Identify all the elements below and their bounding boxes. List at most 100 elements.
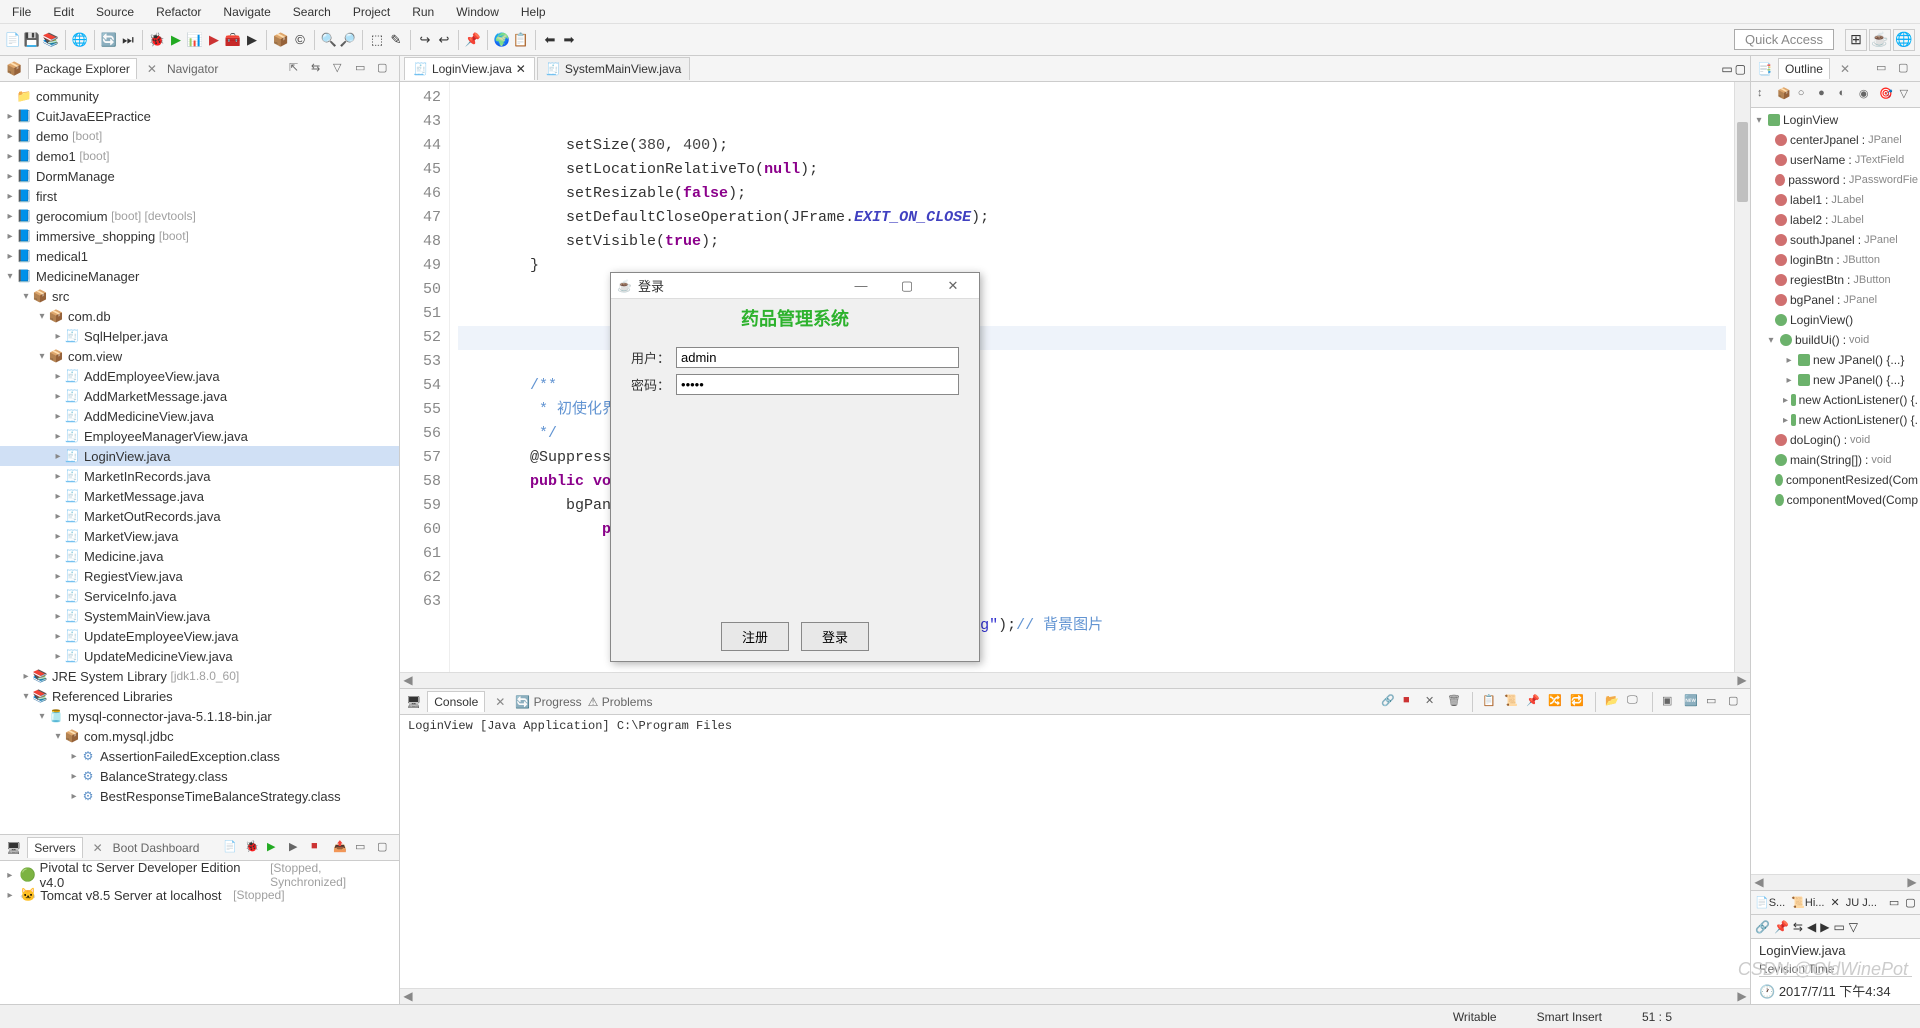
menu-help[interactable]: Help bbox=[517, 3, 550, 21]
coverage-icon[interactable]: 📊 bbox=[187, 32, 203, 48]
minimize-icon[interactable]: ▭ bbox=[355, 840, 371, 856]
outline-class[interactable]: ▾LoginView bbox=[1753, 110, 1918, 130]
hist-col-icon[interactable]: ▭ bbox=[1833, 920, 1844, 934]
outline-method[interactable]: main(String[]) : void bbox=[1753, 450, 1918, 470]
dialog-maximize-icon[interactable]: ▢ bbox=[887, 278, 927, 294]
hist-prev-icon[interactable]: ◀ bbox=[1807, 920, 1816, 934]
relaunch-icon[interactable]: 🔄 bbox=[101, 32, 117, 48]
console-scrollbar[interactable]: ◀▶ bbox=[400, 988, 1750, 1004]
saveall-icon[interactable]: 📚 bbox=[43, 32, 59, 48]
server-run-icon[interactable]: ▶ bbox=[267, 840, 283, 856]
jre-library[interactable]: ▸📚JRE System Library [jdk1.8.0_60] bbox=[0, 666, 399, 686]
server-profile-icon[interactable]: ▶ bbox=[289, 840, 305, 856]
minimize-icon[interactable]: ▭ bbox=[355, 61, 371, 77]
menu-source[interactable]: Source bbox=[92, 3, 138, 21]
console-display-icon[interactable]: 🖵 bbox=[1627, 694, 1643, 710]
outline-field[interactable]: label1 : JLabel bbox=[1753, 190, 1918, 210]
persp-java-icon[interactable]: ☕ bbox=[1869, 29, 1891, 51]
project-row[interactable]: ▾📘MedicineManager bbox=[0, 266, 399, 286]
outline-field[interactable]: centerJpanel : JPanel bbox=[1753, 130, 1918, 150]
menu-navigate[interactable]: Navigate bbox=[219, 3, 274, 21]
class-file[interactable]: ▸⚙BestResponseTimeBalanceStrategy.class bbox=[0, 786, 399, 806]
maximize-icon[interactable]: ▢ bbox=[1735, 62, 1746, 76]
outline-anon[interactable]: ▸new ActionListener() {. bbox=[1753, 390, 1918, 410]
menu-project[interactable]: Project bbox=[349, 3, 394, 21]
quick-access[interactable]: Quick Access bbox=[1734, 29, 1834, 50]
project-row[interactable]: ▸📘first bbox=[0, 186, 399, 206]
register-button[interactable]: 注册 bbox=[721, 622, 789, 651]
hide-local-icon[interactable]: ◉ bbox=[1859, 87, 1873, 103]
console-open-icon[interactable]: 📂 bbox=[1605, 694, 1621, 710]
outline-field[interactable]: password : JPasswordFie bbox=[1753, 170, 1918, 190]
close-icon[interactable]: ✕ bbox=[1830, 896, 1839, 909]
jar-file[interactable]: ▾🫙mysql-connector-java-5.1.18-bin.jar bbox=[0, 706, 399, 726]
hide-nonpublic-icon[interactable]: ◐ bbox=[1839, 87, 1853, 103]
vertical-scrollbar[interactable] bbox=[1734, 82, 1750, 672]
outline-method[interactable]: componentResized(Com bbox=[1753, 470, 1918, 490]
close-icon[interactable]: ✕ bbox=[1836, 62, 1854, 76]
server-debug-icon[interactable]: 🐞 bbox=[245, 840, 261, 856]
project-row[interactable]: ▸📘medical1 bbox=[0, 246, 399, 266]
java-file[interactable]: ▸🧾UpdateMedicineView.java bbox=[0, 646, 399, 666]
tab-outline[interactable]: Outline bbox=[1778, 58, 1830, 79]
project-row[interactable]: ▸📘gerocomium [boot] [devtools] bbox=[0, 206, 399, 226]
java-file[interactable]: ▸🧾RegiestView.java bbox=[0, 566, 399, 586]
maximize-icon[interactable]: ▢ bbox=[1728, 694, 1744, 710]
collapse-all-icon[interactable]: ⇱ bbox=[289, 61, 305, 77]
tab-snippets[interactable]: 📄S... bbox=[1755, 896, 1785, 909]
hist-menu-icon[interactable]: ▽ bbox=[1849, 920, 1858, 934]
tab-history[interactable]: 📜Hi... bbox=[1791, 896, 1824, 909]
runlast-icon[interactable]: ▶ bbox=[206, 32, 222, 48]
filter-icon[interactable]: 📦 bbox=[1777, 87, 1791, 103]
server-action-icon[interactable]: 📄 bbox=[223, 840, 239, 856]
project-row[interactable]: ▸📘CuitJavaEEPractice bbox=[0, 106, 399, 126]
java-file[interactable]: ▸🧾MarketInRecords.java bbox=[0, 466, 399, 486]
login-button[interactable]: 登录 bbox=[801, 622, 869, 651]
menu-search[interactable]: Search bbox=[289, 3, 335, 21]
code-editor[interactable]: 4243444546474849505152535455565758596061… bbox=[400, 82, 1750, 672]
horizontal-scrollbar[interactable]: ◀▶ bbox=[400, 672, 1750, 688]
outline-field[interactable]: userName : JTextField bbox=[1753, 150, 1918, 170]
external-icon[interactable]: 🧰 bbox=[225, 32, 241, 48]
project-row[interactable]: ▸📘DormManage bbox=[0, 166, 399, 186]
src-folder[interactable]: ▾📦src bbox=[0, 286, 399, 306]
package-explorer-tree[interactable]: 📁community ▸📘CuitJavaEEPractice ▸📘demo [… bbox=[0, 82, 399, 834]
project-row[interactable]: ▸📘demo [boot] bbox=[0, 126, 399, 146]
outline-method[interactable]: doLogin() : void bbox=[1753, 430, 1918, 450]
mark-icon[interactable]: ✎ bbox=[388, 32, 404, 48]
toggle-icon[interactable]: ⬚ bbox=[369, 32, 385, 48]
java-file[interactable]: ▸🧾SystemMainView.java bbox=[0, 606, 399, 626]
pin-icon[interactable]: 📌 bbox=[465, 32, 481, 48]
tab-package-explorer[interactable]: Package Explorer bbox=[28, 58, 137, 79]
close-icon[interactable]: ✕ bbox=[491, 695, 509, 709]
menu-file[interactable]: File bbox=[8, 3, 35, 21]
hist-link-icon[interactable]: 🔗 bbox=[1755, 920, 1770, 934]
maximize-icon[interactable]: ▢ bbox=[377, 840, 393, 856]
minimize-icon[interactable]: ▭ bbox=[1876, 61, 1892, 77]
new-icon[interactable]: 📄 bbox=[5, 32, 21, 48]
java-file[interactable]: ▸🧾Medicine.java bbox=[0, 546, 399, 566]
java-file[interactable]: ▸🧾AddMedicineView.java bbox=[0, 406, 399, 426]
forward-icon[interactable]: ➡ bbox=[561, 32, 577, 48]
tab-junit[interactable]: JU J... bbox=[1846, 897, 1877, 909]
persp-open-icon[interactable]: ⊞ bbox=[1845, 29, 1867, 51]
outline-anon[interactable]: ▸new JPanel() {...} bbox=[1753, 370, 1918, 390]
console-body[interactable]: LoginView [Java Application] C:\Program … bbox=[400, 715, 1750, 988]
project-row[interactable]: ▸📘immersive_shopping [boot] bbox=[0, 226, 399, 246]
search-icon[interactable]: 🔎 bbox=[340, 32, 356, 48]
console-link-icon[interactable]: 🔗 bbox=[1381, 694, 1397, 710]
outline-scrollbar[interactable]: ◀▶ bbox=[1751, 874, 1920, 890]
project-row[interactable]: ▸📘demo1 [boot] bbox=[0, 146, 399, 166]
tab-progress[interactable]: 🔄 Progress bbox=[515, 695, 581, 709]
minimize-icon[interactable]: ▭ bbox=[1721, 62, 1732, 76]
hist-pin-icon[interactable]: 📌 bbox=[1774, 920, 1789, 934]
world-icon[interactable]: 🌍 bbox=[494, 32, 510, 48]
java-file[interactable]: ▸🧾AddMarketMessage.java bbox=[0, 386, 399, 406]
focus-icon[interactable]: 🎯 bbox=[1879, 87, 1893, 103]
tab-problems[interactable]: ⚠ Problems bbox=[588, 695, 653, 709]
opentype-icon[interactable]: 🔍 bbox=[321, 32, 337, 48]
console-new-icon[interactable]: 🆕 bbox=[1684, 694, 1700, 710]
close-icon[interactable]: ✕ bbox=[516, 62, 526, 76]
username-input[interactable] bbox=[676, 347, 959, 368]
back-icon[interactable]: ⬅ bbox=[542, 32, 558, 48]
